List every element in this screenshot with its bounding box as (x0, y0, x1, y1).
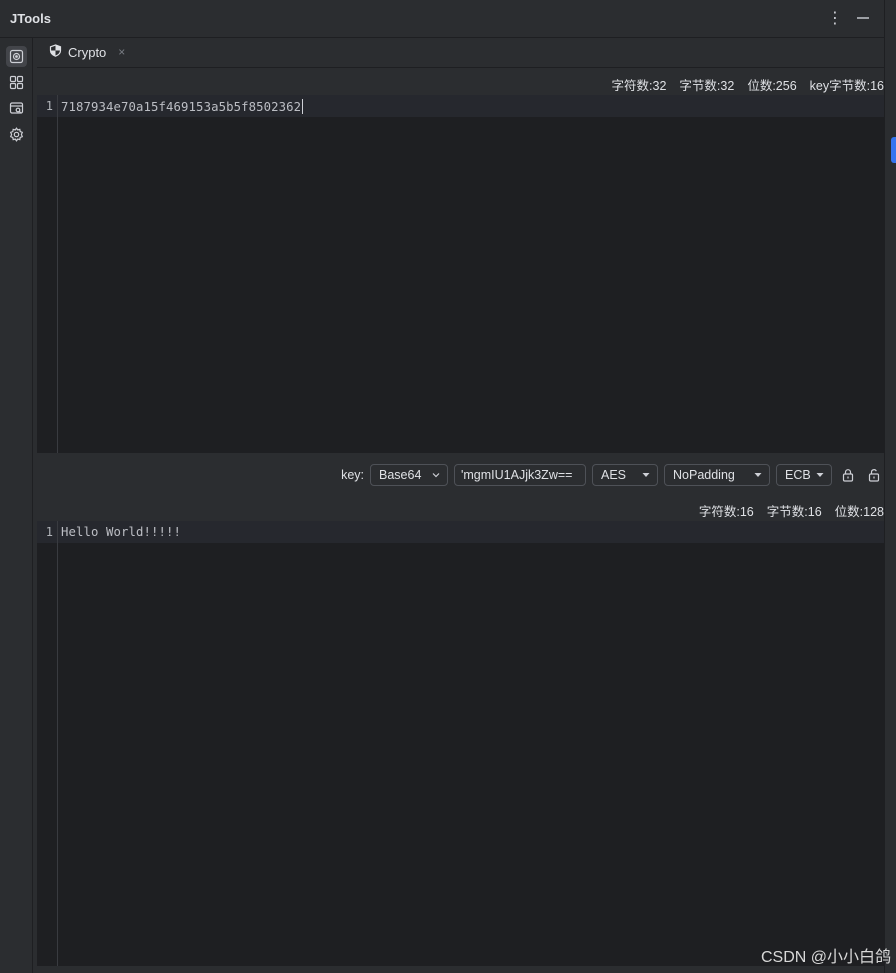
tab-label: Crypto (68, 44, 107, 60)
output-editor[interactable]: 1 Hello World!!!!! (37, 521, 884, 966)
watermark: CSDN @小小白鸽 (760, 949, 891, 966)
input-byte-count: 字节数:32 (679, 79, 735, 93)
key-encoding-select[interactable]: Base64 (370, 464, 448, 486)
input-editor[interactable]: 1 7187934e70a15f469153a5b5f8502362 (37, 95, 884, 453)
mode-select[interactable]: ECB (776, 464, 832, 486)
window-search-icon[interactable] (6, 98, 27, 119)
line-gutter (37, 521, 58, 966)
scrollbar-thumb[interactable] (891, 137, 896, 163)
title-bar: JTools ⋮ (0, 0, 884, 38)
output-stats: 字符数:16 字节数:16 位数:128 (699, 501, 884, 520)
crypto-tool-icon[interactable] (6, 46, 27, 67)
key-input[interactable] (454, 464, 586, 486)
dropdown-triangle-icon (816, 473, 824, 477)
line-gutter (37, 95, 58, 453)
sidebar (0, 38, 33, 973)
app-title: JTools (10, 11, 51, 26)
grid-apps-icon[interactable] (6, 72, 27, 93)
decrypt-unlock-icon[interactable] (864, 465, 884, 485)
more-options-icon[interactable]: ⋮ (826, 8, 844, 28)
tab-crypto[interactable]: Crypto × (49, 44, 125, 60)
encrypt-lock-icon[interactable] (838, 465, 858, 485)
shield-icon (49, 44, 62, 60)
output-char-count: 字符数:16 (698, 505, 754, 519)
output-byte-count: 字节数:16 (766, 505, 822, 519)
text-caret (302, 99, 304, 114)
minimize-icon[interactable] (854, 8, 872, 28)
input-stats: 字符数:32 字节数:32 位数:256 key字节数:16 (612, 75, 884, 94)
dropdown-triangle-icon (642, 473, 650, 477)
input-char-count: 字符数:32 (611, 79, 667, 93)
algorithm-select[interactable]: AES (592, 464, 658, 486)
settings-gear-icon[interactable] (6, 124, 27, 145)
input-bit-count: 位数:256 (747, 79, 797, 93)
padding-select[interactable]: NoPadding (664, 464, 770, 486)
crypto-toolbar: key: Base64 AES NoPadding ECB (341, 464, 884, 486)
input-text-line[interactable]: 7187934e70a15f469153a5b5f8502362 (61, 99, 304, 114)
key-byte-count: key字节数:16 (809, 79, 884, 93)
dropdown-triangle-icon (754, 473, 762, 477)
tab-bar: Crypto × (37, 38, 884, 68)
key-label: key: (341, 468, 364, 482)
output-text-line[interactable]: Hello World!!!!! (61, 525, 181, 539)
line-number: 1 (45, 525, 53, 539)
chevron-down-icon (432, 473, 440, 478)
close-tab-icon[interactable]: × (118, 45, 125, 59)
output-bit-count: 位数:128 (834, 505, 884, 519)
line-number: 1 (45, 99, 53, 113)
